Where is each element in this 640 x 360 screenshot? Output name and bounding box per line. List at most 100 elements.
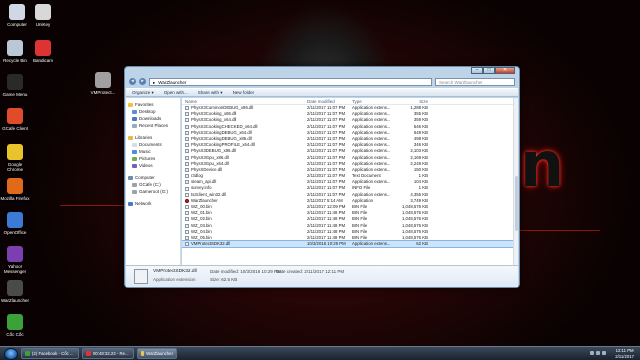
nav-documents[interactable]: Documents — [126, 141, 180, 148]
address-bar[interactable]: ▸ WarZlauncher — [149, 77, 432, 86]
desktop-shortcut-label: Yahoo! Messenger — [3, 264, 27, 274]
file-name-text: VMProtectSDK32.dll — [191, 241, 231, 247]
network-icon — [128, 201, 133, 206]
maximize-button[interactable]: □ — [483, 67, 495, 74]
vertical-scrollbar[interactable] — [513, 98, 518, 265]
open-with-button[interactable]: Open with... — [164, 89, 188, 96]
warz-launcher-icon — [7, 280, 23, 296]
details-pane: VMProtectSDK32.dll Application extension… — [126, 265, 518, 287]
nav-libraries[interactable]: Libraries — [126, 134, 180, 141]
drive-icon — [132, 189, 137, 194]
desktop-shortcut[interactable]: Cốc Cốc — [0, 314, 30, 337]
vmprotect-icon — [95, 72, 111, 88]
coccoc-icon — [25, 351, 30, 356]
file-icon — [185, 217, 189, 222]
nav-computer[interactable]: Computer — [126, 174, 180, 181]
search-input[interactable]: Search WarZlauncher — [435, 77, 515, 86]
nav-videos[interactable]: Videos — [126, 162, 180, 169]
nav-network[interactable]: Network — [126, 200, 180, 207]
title-bar[interactable]: – □ ✕ — [125, 67, 519, 75]
dll-file-icon — [185, 137, 189, 142]
clock[interactable]: 12:11 PM 2/11/2017 — [615, 348, 634, 359]
desktop-shortcut-label: Bandicam — [32, 58, 53, 63]
desktop-shortcut-label: Recycle Bin — [3, 58, 27, 63]
explorer-window[interactable]: – □ ✕ ◂ ▸ ▸ WarZlauncher Search WarZlaun… — [124, 66, 520, 288]
nav-downloads[interactable]: Downloads — [126, 115, 180, 122]
nav-pictures[interactable]: Pictures — [126, 155, 180, 162]
gcafe-icon — [7, 108, 23, 124]
desktop-shortcut[interactable]: Mozilla Firefox — [0, 178, 30, 201]
share-with-button[interactable]: Share with ▾ — [198, 89, 223, 96]
computer-icon — [128, 175, 133, 180]
column-type[interactable]: Type — [352, 98, 394, 104]
desktop-shortcut[interactable]: Yahoo! Messenger — [0, 246, 30, 274]
dll-file-icon — [185, 106, 189, 111]
file-name: VMProtectSDK32.dll — [182, 241, 307, 247]
details-size: Size: 62.5 KB — [210, 277, 238, 282]
taskbar-button[interactable]: 00:48:32.23 - Re... — [82, 348, 134, 359]
minimize-button[interactable]: – — [471, 67, 483, 74]
column-date[interactable]: Date modified — [307, 98, 352, 104]
file-icon — [185, 211, 189, 216]
desktop-shortcut-label: OpenOffice — [3, 230, 27, 235]
organize-button[interactable]: Organize ▾ — [132, 89, 154, 96]
folder-icon — [141, 351, 145, 356]
file-type: Application extens... — [352, 241, 391, 247]
tray-icon[interactable] — [602, 351, 606, 355]
coccoc-icon — [7, 314, 23, 330]
tray-icon[interactable] — [596, 351, 600, 355]
unikey-icon — [35, 4, 51, 20]
desktop-shortcut[interactable]: OpenOffice — [0, 212, 30, 235]
forward-button[interactable]: ▸ — [139, 78, 146, 85]
nav-desktop[interactable]: Desktop — [126, 108, 180, 115]
desktop-shortcut[interactable]: Game Menu — [0, 74, 30, 97]
desktop-shortcut[interactable]: WarZlauncher — [0, 280, 30, 303]
nav-favorites[interactable]: Favorites — [126, 101, 180, 108]
desktop-shortcut[interactable]: VMProtect... — [88, 72, 118, 95]
computer-icon — [9, 4, 25, 20]
file-icon — [185, 236, 189, 241]
file-row[interactable]: VMProtectSDK32.dll 10/3/2016 10:29 PM Appl… — [182, 240, 518, 249]
file-icon — [185, 186, 189, 191]
bandicam-icon — [35, 40, 51, 56]
desktop-shortcut-label: WarZlauncher — [0, 298, 30, 303]
dll-file-icon — [185, 149, 189, 154]
column-size[interactable]: Size — [394, 98, 432, 104]
start-button[interactable] — [4, 347, 18, 360]
libraries-icon — [128, 135, 133, 140]
application-icon — [185, 198, 189, 203]
dll-file-icon — [185, 167, 189, 172]
recent-places-icon — [132, 123, 137, 128]
pictures-icon — [132, 156, 137, 161]
drive-icon — [132, 182, 137, 187]
documents-icon — [132, 142, 137, 147]
clock-time: 12:11 PM — [615, 348, 634, 353]
dll-file-icon — [185, 242, 189, 247]
nav-recent[interactable]: Recent Places — [126, 122, 180, 129]
dll-file-icon — [185, 161, 189, 166]
clock-date: 2/11/2017 — [615, 353, 634, 359]
downloads-icon — [132, 116, 137, 121]
nav-music[interactable]: Music — [126, 148, 180, 155]
desktop-shortcut[interactable]: Recycle Bin — [0, 40, 30, 63]
dll-file-icon — [185, 124, 189, 129]
close-button[interactable]: ✕ — [495, 67, 515, 74]
desktop-shortcut[interactable]: Bandicam — [28, 40, 58, 63]
taskbar-button[interactable]: (2) Facebook - Cốc ... — [21, 348, 79, 359]
desktop-shortcut[interactable]: Google Chrome — [0, 144, 30, 172]
column-name[interactable]: Name — [182, 98, 307, 104]
scrollbar-thumb[interactable] — [515, 176, 518, 231]
taskbar-button[interactable]: WarZlauncher — [137, 348, 177, 359]
file-size: 62 KB — [416, 241, 428, 247]
star-icon — [128, 102, 133, 107]
taskbar: (2) Facebook - Cốc ... 00:48:32.23 - Re..… — [0, 346, 640, 360]
nav-drive-g[interactable]: Gameroot (G:) — [126, 188, 180, 195]
tray-icon[interactable] — [590, 351, 594, 355]
desktop-shortcut[interactable]: GCafe Client — [0, 108, 30, 131]
address-arrow: ▸ — [153, 79, 156, 85]
desktop-shortcut[interactable]: UniKey — [28, 4, 58, 27]
nav-drive-c[interactable]: GCafe (C:) — [126, 181, 180, 188]
desktop-shortcut-label: Mozilla Firefox — [0, 196, 30, 201]
back-button[interactable]: ◂ — [129, 78, 136, 85]
new-folder-button[interactable]: New folder — [233, 89, 255, 96]
